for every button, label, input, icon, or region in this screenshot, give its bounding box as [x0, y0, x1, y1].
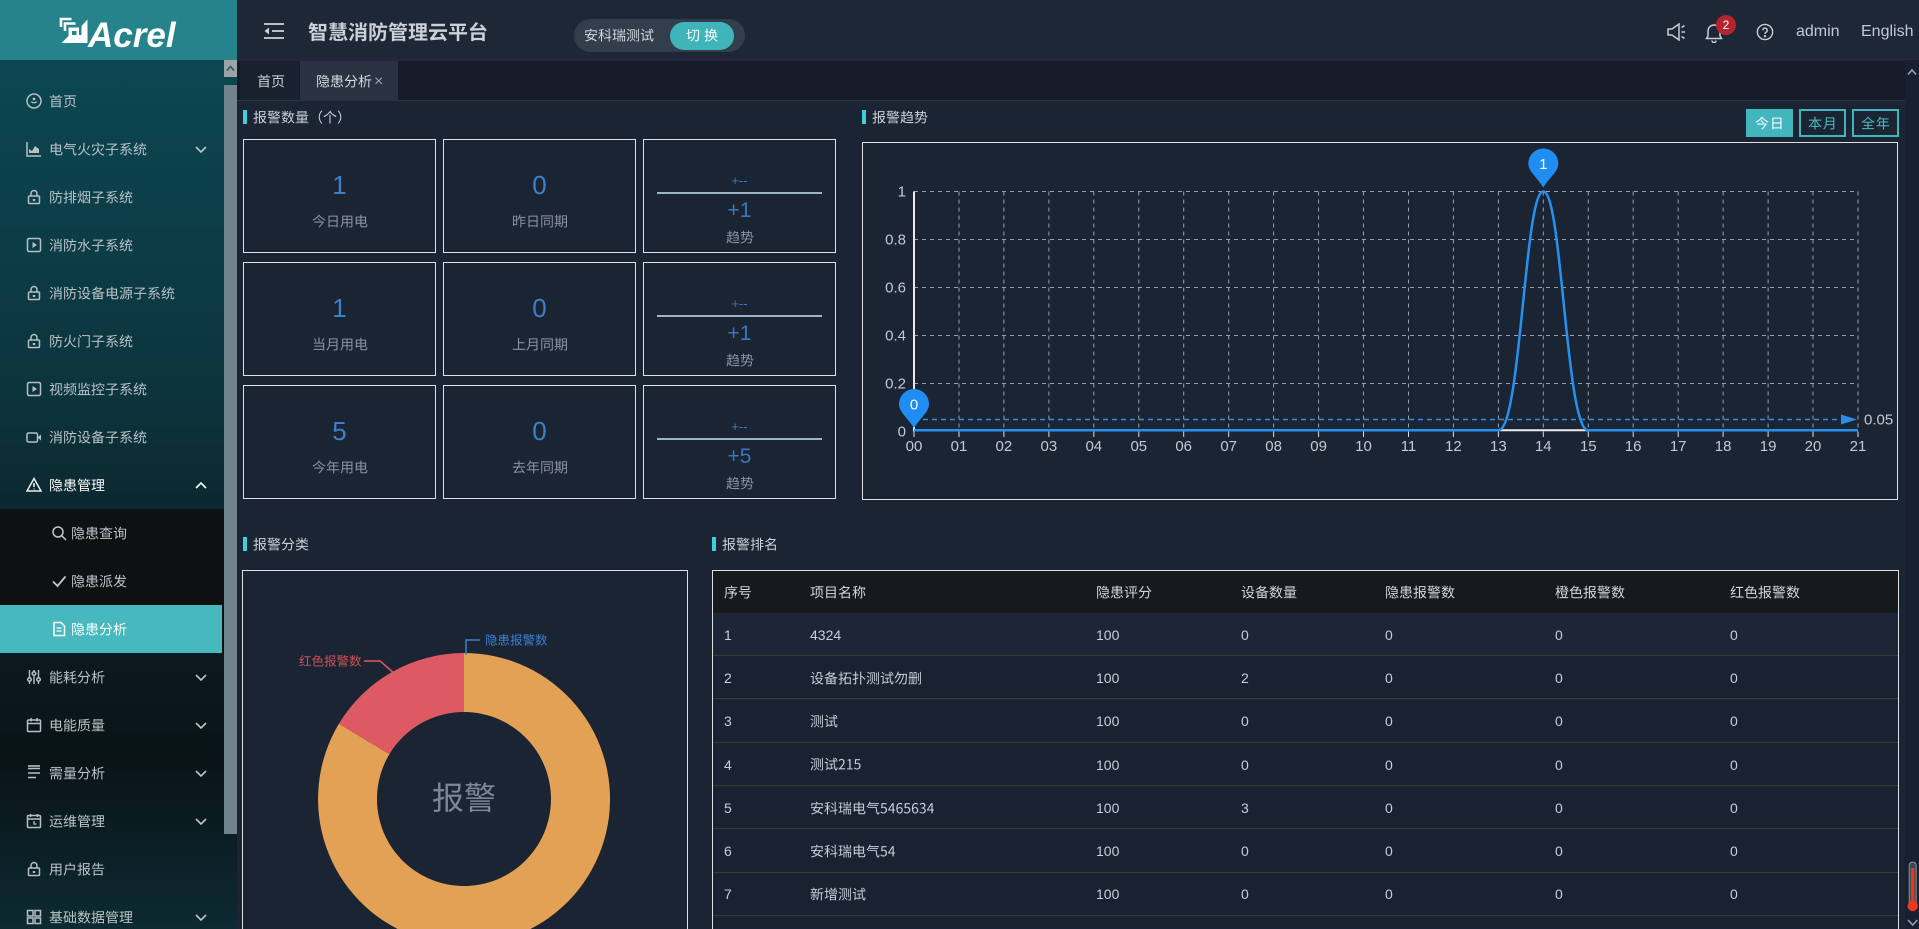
svg-text:0.2: 0.2: [885, 376, 906, 393]
svg-text:00: 00: [906, 438, 923, 455]
svg-text:14: 14: [1535, 438, 1552, 455]
svg-text:12: 12: [1445, 438, 1462, 455]
svg-text:09: 09: [1310, 438, 1327, 455]
svg-text:05: 05: [1130, 438, 1147, 455]
svg-text:16: 16: [1625, 438, 1642, 455]
svg-text:01: 01: [951, 438, 968, 455]
svg-text:0.4: 0.4: [885, 328, 906, 345]
svg-text:20: 20: [1805, 438, 1822, 455]
svg-text:0: 0: [898, 424, 906, 441]
svg-text:03: 03: [1041, 438, 1058, 455]
svg-text:06: 06: [1175, 438, 1192, 455]
svg-text:11: 11: [1401, 438, 1417, 455]
svg-text:21: 21: [1850, 438, 1867, 455]
svg-text:19: 19: [1760, 438, 1777, 455]
svg-text:08: 08: [1265, 438, 1282, 455]
svg-text:17: 17: [1670, 438, 1687, 455]
svg-text:0.8: 0.8: [885, 232, 906, 249]
svg-text:10: 10: [1355, 438, 1372, 455]
svg-text:1: 1: [1539, 156, 1547, 173]
svg-text:0: 0: [910, 397, 918, 414]
svg-text:0.05: 0.05: [1864, 412, 1893, 429]
svg-text:02: 02: [996, 438, 1013, 455]
svg-text:Acrel: Acrel: [87, 17, 177, 55]
svg-text:07: 07: [1220, 438, 1237, 455]
svg-text:13: 13: [1490, 438, 1507, 455]
svg-text:04: 04: [1085, 438, 1102, 455]
svg-text:18: 18: [1715, 438, 1732, 455]
svg-text:15: 15: [1580, 438, 1597, 455]
svg-text:0.6: 0.6: [885, 280, 906, 297]
svg-text:1: 1: [898, 184, 906, 201]
